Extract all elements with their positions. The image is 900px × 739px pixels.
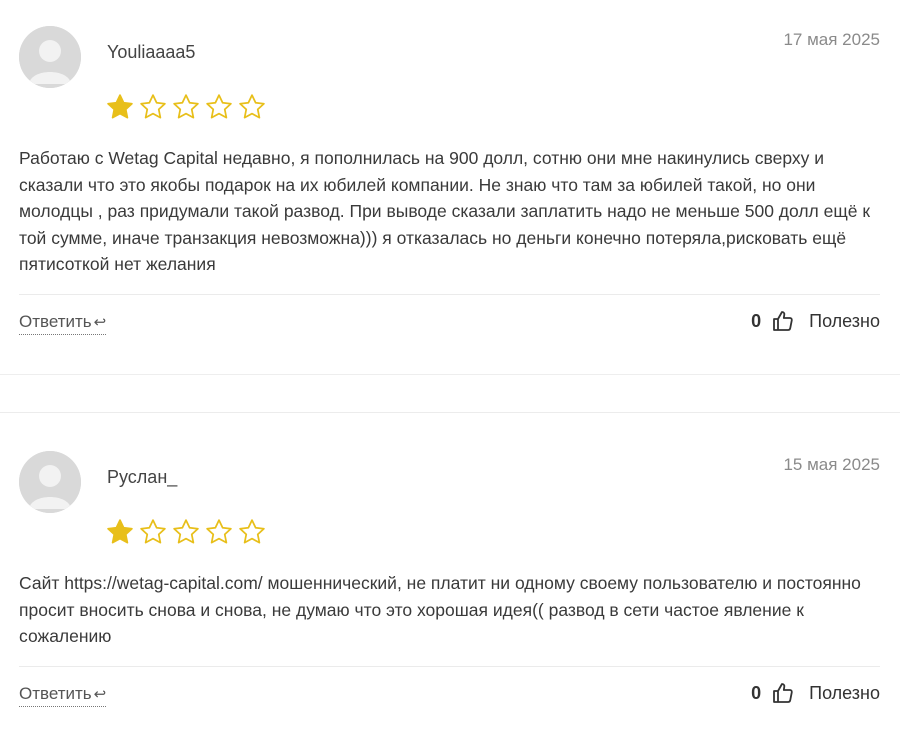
user-avatar-icon	[19, 26, 81, 88]
review-author[interactable]: Руслан_	[107, 467, 177, 488]
review-text: Работаю с Wetag Capital недавно, я попол…	[19, 148, 871, 274]
star-empty-icon	[239, 94, 265, 119]
star-filled-icon	[107, 519, 133, 544]
thumbs-up-icon[interactable]	[771, 309, 795, 333]
star-empty-icon	[206, 94, 232, 119]
review-card: Руслан_ 15 мая 2025 Сайт https://wetag-c…	[0, 412, 900, 739]
rating-stars	[105, 92, 267, 122]
star-empty-icon	[140, 94, 166, 119]
reply-button[interactable]: Ответить ↩	[19, 312, 107, 335]
rating-stars	[105, 517, 267, 547]
useful-count: 0	[751, 682, 762, 703]
useful-button[interactable]: Полезно	[809, 683, 880, 704]
reply-arrow-icon: ↩	[93, 686, 107, 703]
user-avatar-icon	[19, 451, 81, 513]
reply-label: Ответить	[19, 684, 92, 703]
review-separator	[0, 374, 900, 375]
reply-label: Ответить	[19, 312, 92, 331]
review-text: Сайт https://wetag-capital.com/ мошеннич…	[19, 573, 861, 646]
divider	[19, 666, 880, 667]
star-empty-icon	[173, 94, 199, 119]
star-empty-icon	[140, 519, 166, 544]
useful-section: 0 Полезно	[751, 309, 880, 333]
star-empty-icon	[206, 519, 232, 544]
useful-section: 0 Полезно	[751, 681, 880, 705]
thumbs-up-icon[interactable]	[771, 681, 795, 705]
review-date: 17 мая 2025	[783, 30, 880, 49]
star-empty-icon	[239, 519, 265, 544]
review-author[interactable]: Youliaaaa5	[107, 42, 195, 63]
reply-arrow-icon: ↩	[93, 314, 107, 331]
star-filled-icon	[107, 94, 133, 119]
useful-button[interactable]: Полезно	[809, 311, 880, 332]
useful-count: 0	[751, 310, 762, 331]
review-date: 15 мая 2025	[783, 455, 880, 474]
divider	[19, 294, 880, 295]
reply-button[interactable]: Ответить ↩	[19, 684, 107, 707]
review-card: Youliaaaa5 17 мая 2025 Работаю с Wetag C…	[0, 0, 900, 375]
star-empty-icon	[173, 519, 199, 544]
